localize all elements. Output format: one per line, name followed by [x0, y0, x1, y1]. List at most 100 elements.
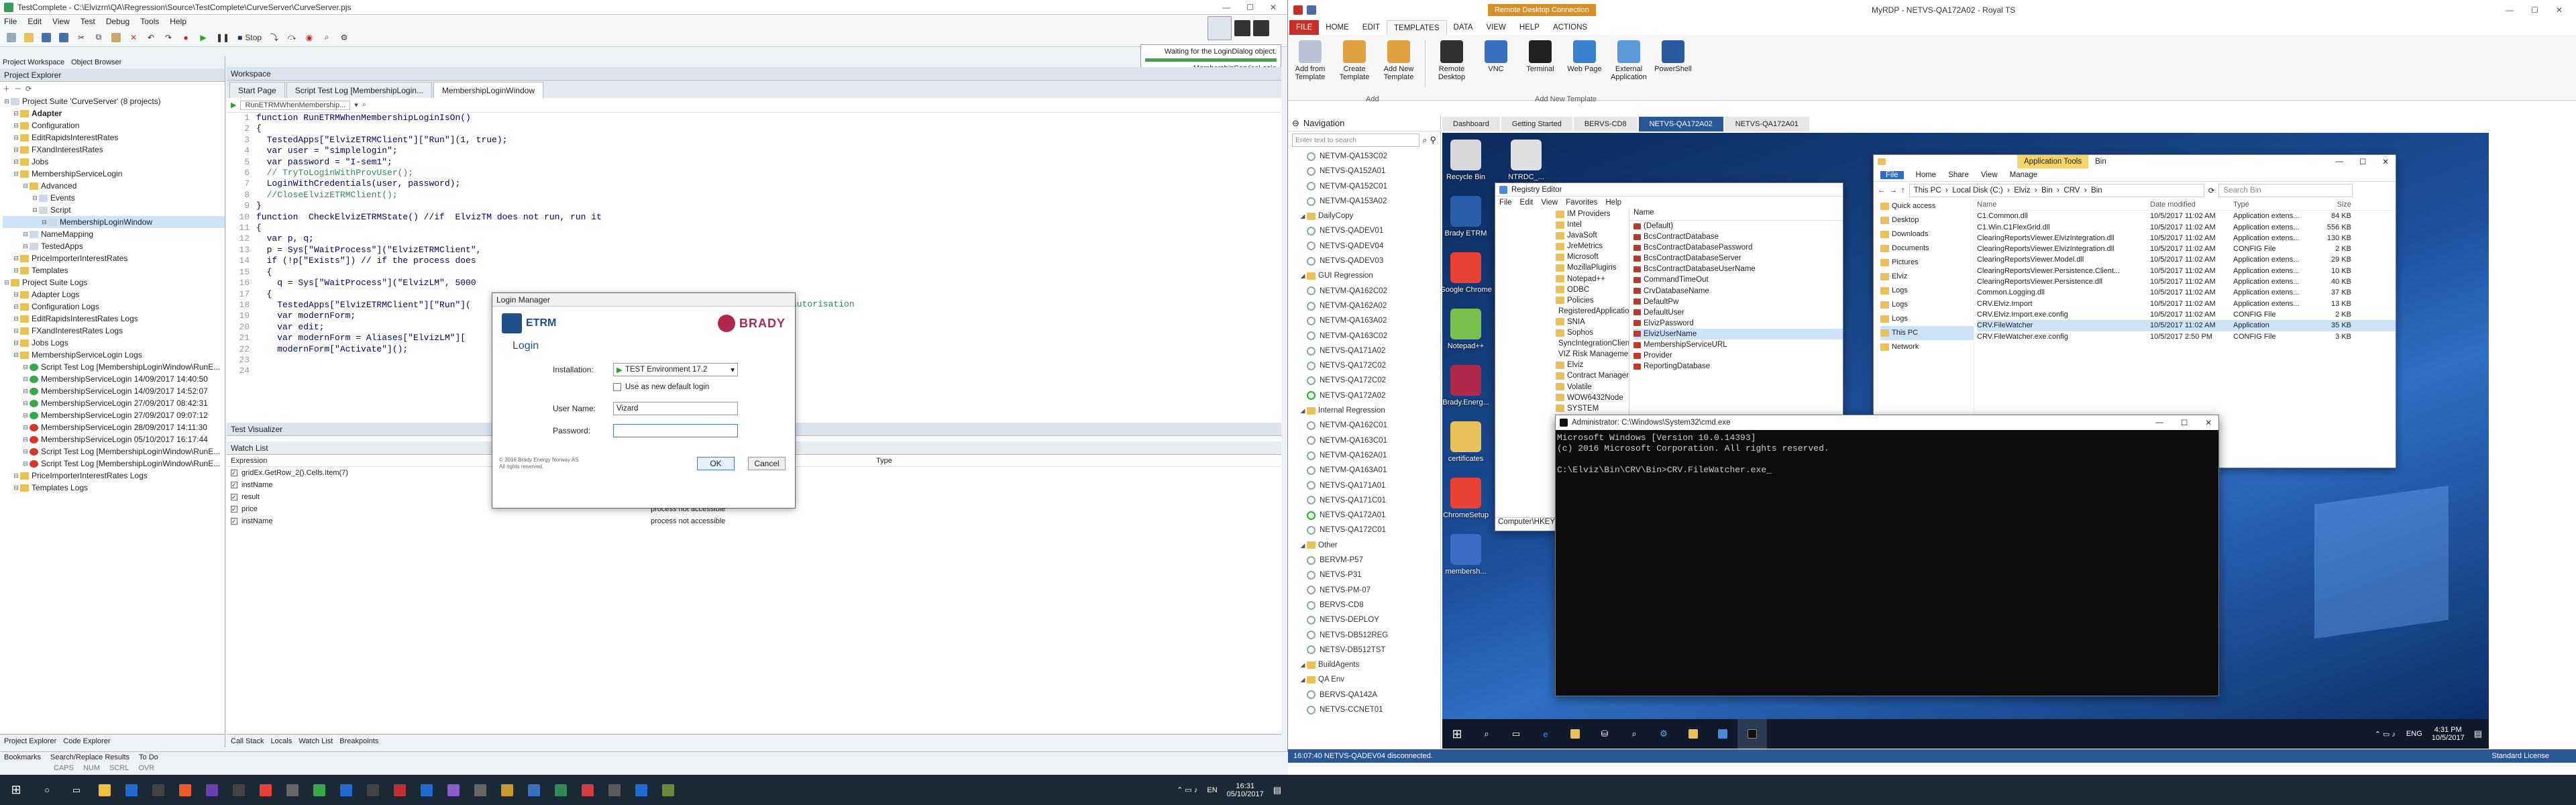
- expand-icon[interactable]: ◢: [1299, 268, 1307, 283]
- taskbar-app-icon[interactable]: [655, 775, 682, 805]
- nav-connection[interactable]: NETVM-QA162C02: [1291, 284, 1440, 299]
- menu-debug[interactable]: Debug: [106, 17, 129, 26]
- expand-icon[interactable]: ⊟: [21, 180, 30, 192]
- taskbar-app-icon[interactable]: [413, 775, 440, 805]
- watch-checkbox[interactable]: ✓: [231, 482, 237, 488]
- tree-node[interactable]: ⊟ Project Suite Logs: [3, 276, 225, 288]
- tab-breakpoints[interactable]: Breakpoints: [339, 737, 378, 745]
- explorer-sidebar-item[interactable]: Logs: [1880, 312, 1974, 326]
- tab-script-test-log[interactable]: Script Test Log [MembershipLogin...: [286, 82, 432, 98]
- tree-node[interactable]: ⊟ Project Suite 'CurveServer' (8 projects…: [3, 95, 225, 107]
- watch-checkbox[interactable]: ✓: [231, 494, 237, 500]
- registry-key[interactable]: RegisteredApplications: [1556, 306, 1629, 317]
- nav-connection[interactable]: NETSV-DB512TST: [1291, 643, 1440, 657]
- expand-icon[interactable]: ⊟: [12, 301, 20, 313]
- registry-value[interactable]: ElvizPassword: [1633, 318, 1843, 329]
- expand-icon[interactable]: ⊟: [12, 288, 20, 301]
- registry-key[interactable]: Sophos: [1556, 327, 1629, 338]
- taskbar-app-icon[interactable]: [279, 775, 306, 805]
- tree-node[interactable]: ⊟ Script Test Log [MembershipLoginWindow\…: [3, 361, 225, 373]
- registry-key[interactable]: JavaSoft: [1556, 230, 1629, 241]
- nav-connection[interactable]: NETVS-QA171A02: [1291, 343, 1440, 358]
- taskbar-app-icon[interactable]: [467, 775, 494, 805]
- regedit-menu[interactable]: Edit: [1520, 199, 1534, 207]
- registry-key[interactable]: Intel: [1556, 219, 1629, 230]
- ribbon-button[interactable]: Add from Template: [1288, 40, 1332, 81]
- nav-connection[interactable]: NETVM-QA162A02: [1291, 299, 1440, 313]
- ribbon-button[interactable]: Terminal: [1518, 40, 1562, 73]
- taskbar-app-icon[interactable]: [360, 775, 386, 805]
- nav-connection[interactable]: BERVM-P57: [1291, 553, 1440, 568]
- maximize-icon[interactable]: ☐: [2359, 157, 2366, 166]
- expand-icon[interactable]: ◢: [1299, 403, 1307, 418]
- tab-search-replace[interactable]: Search/Replace Results: [50, 753, 129, 761]
- taskbar-app-icon[interactable]: [386, 775, 413, 805]
- explorer-sidebar-item[interactable]: Logs: [1880, 298, 1974, 312]
- search-icon[interactable]: ⌕: [1422, 135, 1427, 146]
- tree-node[interactable]: ⊟ TestedApps: [3, 240, 225, 252]
- delete-icon[interactable]: ✕: [125, 30, 142, 46]
- registry-value[interactable]: BcsContractDatabaseUserName: [1633, 264, 1843, 274]
- ribbon-tab-templates[interactable]: TEMPLATES: [1387, 20, 1447, 35]
- tree-node[interactable]: ⊟ MembershipServiceLogin 14/09/2017 14:52…: [3, 385, 225, 397]
- tree-node[interactable]: ⊟ Templates Logs: [3, 482, 225, 494]
- tree-node[interactable]: ⊟ PriceImporterInterestRates Logs: [3, 470, 225, 482]
- regedit-menu[interactable]: View: [1541, 199, 1558, 207]
- registry-key[interactable]: Policies: [1556, 295, 1629, 306]
- run-icon[interactable]: ▶: [195, 30, 211, 46]
- file-row[interactable]: ClearingReportsViewer.Persistence.dll 10/…: [1977, 276, 2396, 287]
- expand-icon[interactable]: ◢: [1299, 657, 1307, 672]
- nav-connection[interactable]: NETVM-QA163C01: [1291, 433, 1440, 448]
- taskbar-app-icon[interactable]: [333, 775, 360, 805]
- watch-checkbox[interactable]: ✓: [231, 470, 237, 476]
- nav-connection[interactable]: NETVS-QA171C01: [1291, 493, 1440, 508]
- desktop-icon[interactable]: ChromeSetup: [1442, 478, 1503, 519]
- tab-bookmarks[interactable]: Bookmarks: [4, 753, 41, 761]
- close-icon[interactable]: ✕: [1270, 3, 1277, 12]
- expand-icon[interactable]: ⊟: [21, 373, 30, 385]
- explorer-tab[interactable]: Manage: [2010, 171, 2038, 179]
- ribbon-tab-edit[interactable]: EDIT: [1356, 20, 1387, 35]
- rdc-context-tab[interactable]: Remote Desktop Connection: [1488, 4, 1596, 16]
- chevron-down-icon[interactable]: ▾: [354, 101, 358, 109]
- nav-connection[interactable]: NETVM-QA162C01: [1291, 418, 1440, 433]
- step-over-icon[interactable]: ⤼: [284, 30, 300, 46]
- maximize-icon[interactable]: ☐: [1246, 3, 1254, 12]
- expand-icon[interactable]: ⊟: [12, 337, 20, 349]
- cmd-output[interactable]: Microsoft Windows [Version 10.0.14393] (c…: [1556, 430, 2218, 478]
- nav-connection[interactable]: NETVS-QA172C02: [1291, 373, 1440, 388]
- close-icon[interactable]: ✕: [2556, 5, 2563, 15]
- recorder-stop-icon[interactable]: [1234, 20, 1250, 36]
- taskbar-app-icon[interactable]: [306, 775, 333, 805]
- nav-collapse-icon[interactable]: ⊖: [1292, 118, 1299, 129]
- explorer-sidebar-item[interactable]: Network: [1880, 340, 1974, 354]
- expand-icon[interactable]: ⊟: [21, 228, 30, 240]
- maximize-icon[interactable]: ☐: [2181, 418, 2188, 427]
- pause-icon[interactable]: ❚❚: [213, 30, 233, 46]
- expand-icon[interactable]: ⊟: [12, 482, 20, 494]
- taskbar-app-icon[interactable]: [547, 775, 574, 805]
- nav-connection[interactable]: NETVS-QA171A01: [1291, 478, 1440, 493]
- taskbar-app-icon[interactable]: [91, 775, 118, 805]
- registry-value[interactable]: BcsContractDatabase: [1633, 231, 1843, 242]
- explorer-sidebar-item[interactable]: Desktop: [1880, 213, 1974, 227]
- routine-selector[interactable]: RunETRMWhenMembership...: [240, 100, 351, 110]
- taskbar-app-icon[interactable]: [172, 775, 199, 805]
- tab-code-explorer[interactable]: Code Explorer: [63, 737, 110, 745]
- nav-connection[interactable]: NETVS-P31: [1291, 568, 1440, 582]
- ribbon-button[interactable]: Remote Desktop: [1430, 40, 1474, 81]
- nav-connection[interactable]: NETVM-QA163A01: [1291, 463, 1440, 478]
- nav-connection[interactable]: NETVS-QA172A01: [1291, 508, 1440, 523]
- expand-icon[interactable]: ⊟: [12, 119, 20, 131]
- file-explorer-icon[interactable]: [1560, 719, 1590, 749]
- search-icon[interactable]: ⌕: [1472, 719, 1501, 749]
- nav-connection[interactable]: NETVS-QA172C01: [1291, 523, 1440, 537]
- tree-node[interactable]: ⊟ MembershipServiceLogin 28/09/2017 14:11…: [3, 421, 225, 433]
- tree-node[interactable]: ⊟ Script Test Log [MembershipLoginWindow\…: [3, 458, 225, 470]
- explorer-sidebar-item[interactable]: Downloads: [1880, 227, 1974, 241]
- file-row[interactable]: CRV.FileWatcher 10/5/2017 11:02 AM Applica…: [1977, 320, 2396, 331]
- explorer-sidebar-item[interactable]: Documents: [1880, 241, 1974, 256]
- save-icon[interactable]: [1307, 5, 1316, 15]
- menu-edit[interactable]: Edit: [28, 17, 42, 26]
- tree-node[interactable]: ⊟ EditRapidsInterestRates Logs: [3, 313, 225, 325]
